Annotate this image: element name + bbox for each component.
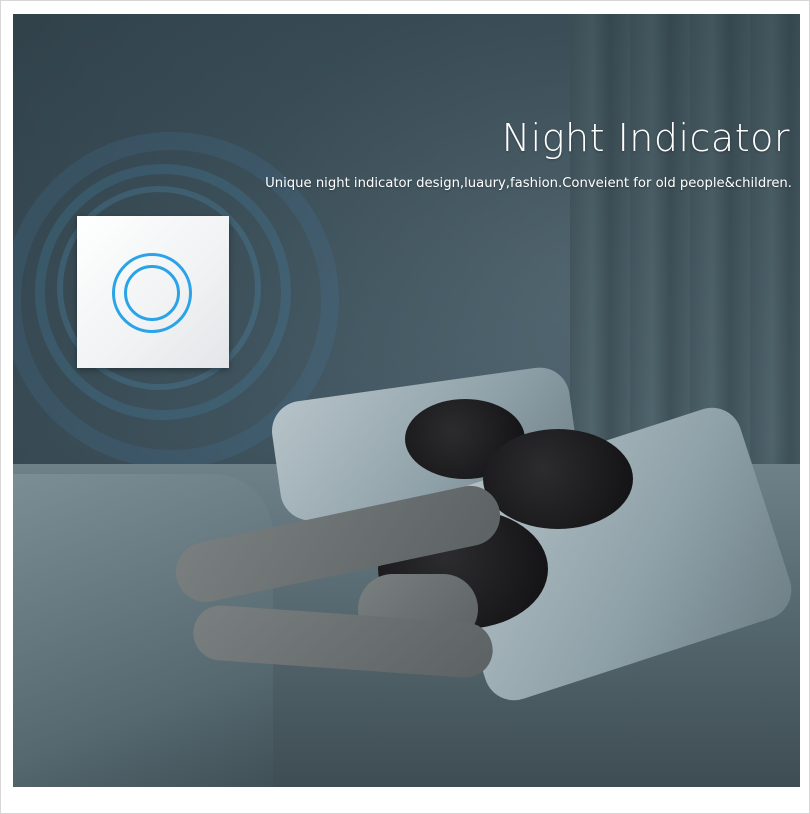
image-frame: Night Indicator Unique night indicator d…	[0, 0, 810, 814]
sleeper-head-middle	[483, 429, 633, 529]
image-subtitle: Unique night indicator design,luaury,fas…	[265, 176, 792, 191]
image-title: Night Indicator	[501, 116, 790, 160]
bedroom-night-photo: Night Indicator Unique night indicator d…	[13, 14, 800, 787]
touch-switch-panel	[77, 216, 229, 368]
indicator-ring-inner-icon	[124, 265, 180, 321]
